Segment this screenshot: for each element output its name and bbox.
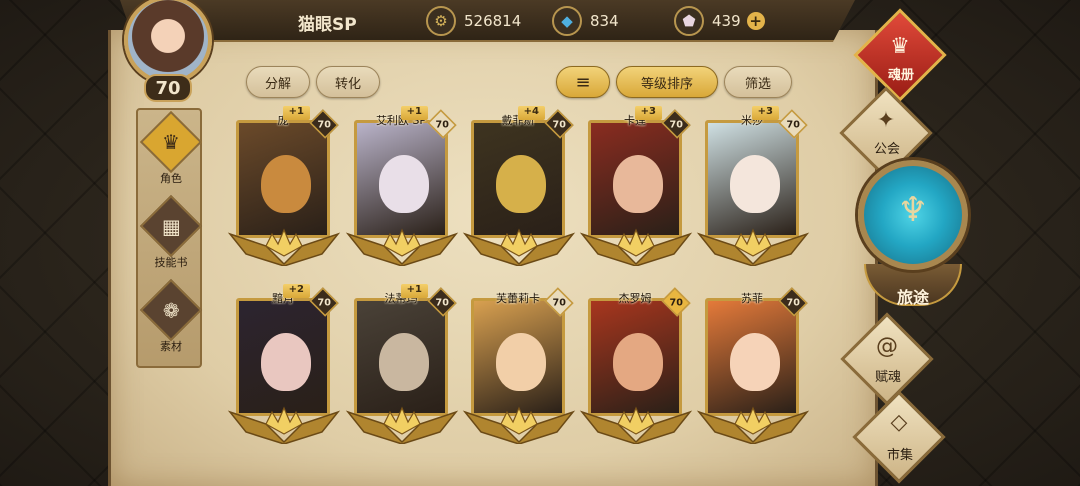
gem-market-icon: ◇ bbox=[890, 410, 908, 435]
soul-book-icon: ♛ bbox=[890, 34, 910, 59]
hero-level: 70 bbox=[317, 296, 331, 308]
materials-icon: ❁ bbox=[139, 278, 203, 342]
hero-enhance-badge: +4 bbox=[517, 106, 545, 120]
hero-card[interactable]: 卡莲 70 +3 bbox=[579, 106, 693, 266]
winged-crown-emblem bbox=[462, 406, 576, 444]
trident-icon: ♆ bbox=[897, 190, 929, 230]
hero-portrait bbox=[471, 120, 565, 238]
player-level-badge: 70 bbox=[144, 74, 192, 102]
hero-level: 70 bbox=[317, 118, 331, 130]
winged-crown-emblem bbox=[696, 228, 810, 266]
hero-face bbox=[496, 333, 546, 391]
hero-portrait bbox=[705, 298, 799, 416]
hero-portrait bbox=[354, 298, 448, 416]
hero-face bbox=[730, 155, 780, 213]
hero-level: 70 bbox=[435, 296, 449, 308]
decompose-button[interactable]: 分解 bbox=[246, 66, 310, 98]
winged-crown-emblem bbox=[462, 228, 576, 266]
journey-label: 旅途 bbox=[896, 288, 929, 307]
winged-crown-emblem bbox=[579, 406, 693, 444]
hero-face bbox=[261, 155, 311, 213]
crystal-value: 834 bbox=[590, 12, 619, 30]
hero-face bbox=[379, 333, 429, 391]
hero-portrait bbox=[236, 120, 330, 238]
convert-button[interactable]: 转化 bbox=[316, 66, 380, 98]
sort-icon: ≡ bbox=[575, 71, 591, 93]
winged-crown-emblem bbox=[345, 406, 459, 444]
hero-level: 70 bbox=[786, 118, 800, 130]
hero-card[interactable]: 戴菲斯 70 +4 bbox=[462, 106, 576, 266]
hero-card[interactable]: 黯月 70 +2 bbox=[227, 284, 341, 444]
hero-portrait bbox=[588, 298, 682, 416]
hero-portrait bbox=[236, 298, 330, 416]
sort-by-level-button[interactable]: 等级排序 bbox=[616, 66, 718, 98]
hero-level: 70 bbox=[552, 296, 566, 308]
hero-face bbox=[261, 333, 311, 391]
hero-portrait bbox=[588, 120, 682, 238]
book-icon: ▦ bbox=[139, 194, 203, 258]
coin-icon: ⚙ bbox=[426, 6, 456, 36]
hero-face bbox=[730, 333, 780, 391]
market-label: 市集 bbox=[886, 448, 913, 463]
hero-card[interactable]: 艾利欧 SP 70 +1 bbox=[345, 106, 459, 266]
hero-card[interactable]: 苏菲 70 bbox=[696, 287, 810, 444]
tab-characters[interactable]: ♛ 角色 bbox=[138, 110, 204, 190]
gem-icon: ⬟ bbox=[674, 6, 704, 36]
hero-level: 70 bbox=[435, 118, 449, 130]
hero-enhance-badge: +3 bbox=[634, 106, 662, 120]
hero-enhance-badge: +1 bbox=[400, 284, 428, 298]
hero-card[interactable]: 法蒂玛 70 +1 bbox=[345, 284, 459, 444]
hero-enhance-badge: +1 bbox=[282, 106, 310, 120]
hero-card[interactable]: 杰罗姆 70 bbox=[579, 287, 693, 444]
winged-crown-emblem bbox=[227, 406, 341, 444]
winged-crown-emblem bbox=[227, 228, 341, 266]
gem-value: 439 bbox=[712, 12, 741, 30]
hero-face bbox=[613, 333, 663, 391]
hero-level: 70 bbox=[669, 118, 683, 130]
filter-button[interactable]: 筛选 bbox=[724, 66, 792, 98]
tab-skill-books[interactable]: ▦ 技能书 bbox=[138, 194, 204, 274]
guild-label: 公会 bbox=[873, 142, 900, 157]
sort-order-button[interactable]: ≡ bbox=[556, 66, 610, 98]
soul-book-label: 魂册 bbox=[887, 68, 914, 83]
crystal-icon: ◆ bbox=[552, 6, 582, 36]
avatar[interactable] bbox=[124, 0, 212, 84]
player-name: 猫眼SP bbox=[298, 15, 357, 35]
hero-portrait bbox=[354, 120, 448, 238]
hero-face bbox=[379, 155, 429, 213]
crystal-counter: ◆ 834 bbox=[552, 6, 619, 36]
hero-level: 70 bbox=[552, 118, 566, 130]
hero-card[interactable]: 米莎 70 +3 bbox=[696, 106, 810, 266]
journey-button[interactable]: ♆ 旅途 bbox=[856, 156, 970, 307]
hero-card[interactable]: 庞 70 +1 bbox=[227, 106, 341, 266]
hero-enhance-badge: +1 bbox=[400, 106, 428, 120]
winged-crown-emblem bbox=[696, 406, 810, 444]
hero-card[interactable]: 芙蕾莉卡 70 bbox=[462, 287, 576, 444]
coin-counter: ⚙ 526814 bbox=[426, 6, 521, 36]
winged-crown-emblem bbox=[345, 228, 459, 266]
category-sidebar: ♛ 角色 ▦ 技能书 ❁ 素材 bbox=[136, 108, 204, 368]
hero-portrait bbox=[471, 298, 565, 416]
guild-icon: ✦ bbox=[876, 108, 896, 133]
hero-enhance-badge: +3 bbox=[751, 106, 779, 120]
gem-counter: ⬟ 439 + bbox=[674, 6, 765, 36]
hero-level: 70 bbox=[669, 296, 683, 308]
coin-value: 526814 bbox=[464, 12, 522, 30]
tab-materials[interactable]: ❁ 素材 bbox=[138, 278, 204, 358]
spiral-icon: @ bbox=[876, 334, 898, 359]
add-gem-button[interactable]: + bbox=[746, 12, 765, 30]
player-avatar-frame[interactable]: 70 bbox=[118, 0, 218, 106]
hero-enhance-badge: +2 bbox=[282, 284, 310, 298]
winged-crown-emblem bbox=[579, 228, 693, 266]
hero-face bbox=[613, 155, 663, 213]
hero-face bbox=[496, 155, 546, 213]
hero-portrait bbox=[705, 120, 799, 238]
soul-gift-label: 赋魂 bbox=[874, 370, 901, 385]
hero-level: 70 bbox=[786, 296, 800, 308]
crown-icon: ♛ bbox=[139, 110, 203, 174]
